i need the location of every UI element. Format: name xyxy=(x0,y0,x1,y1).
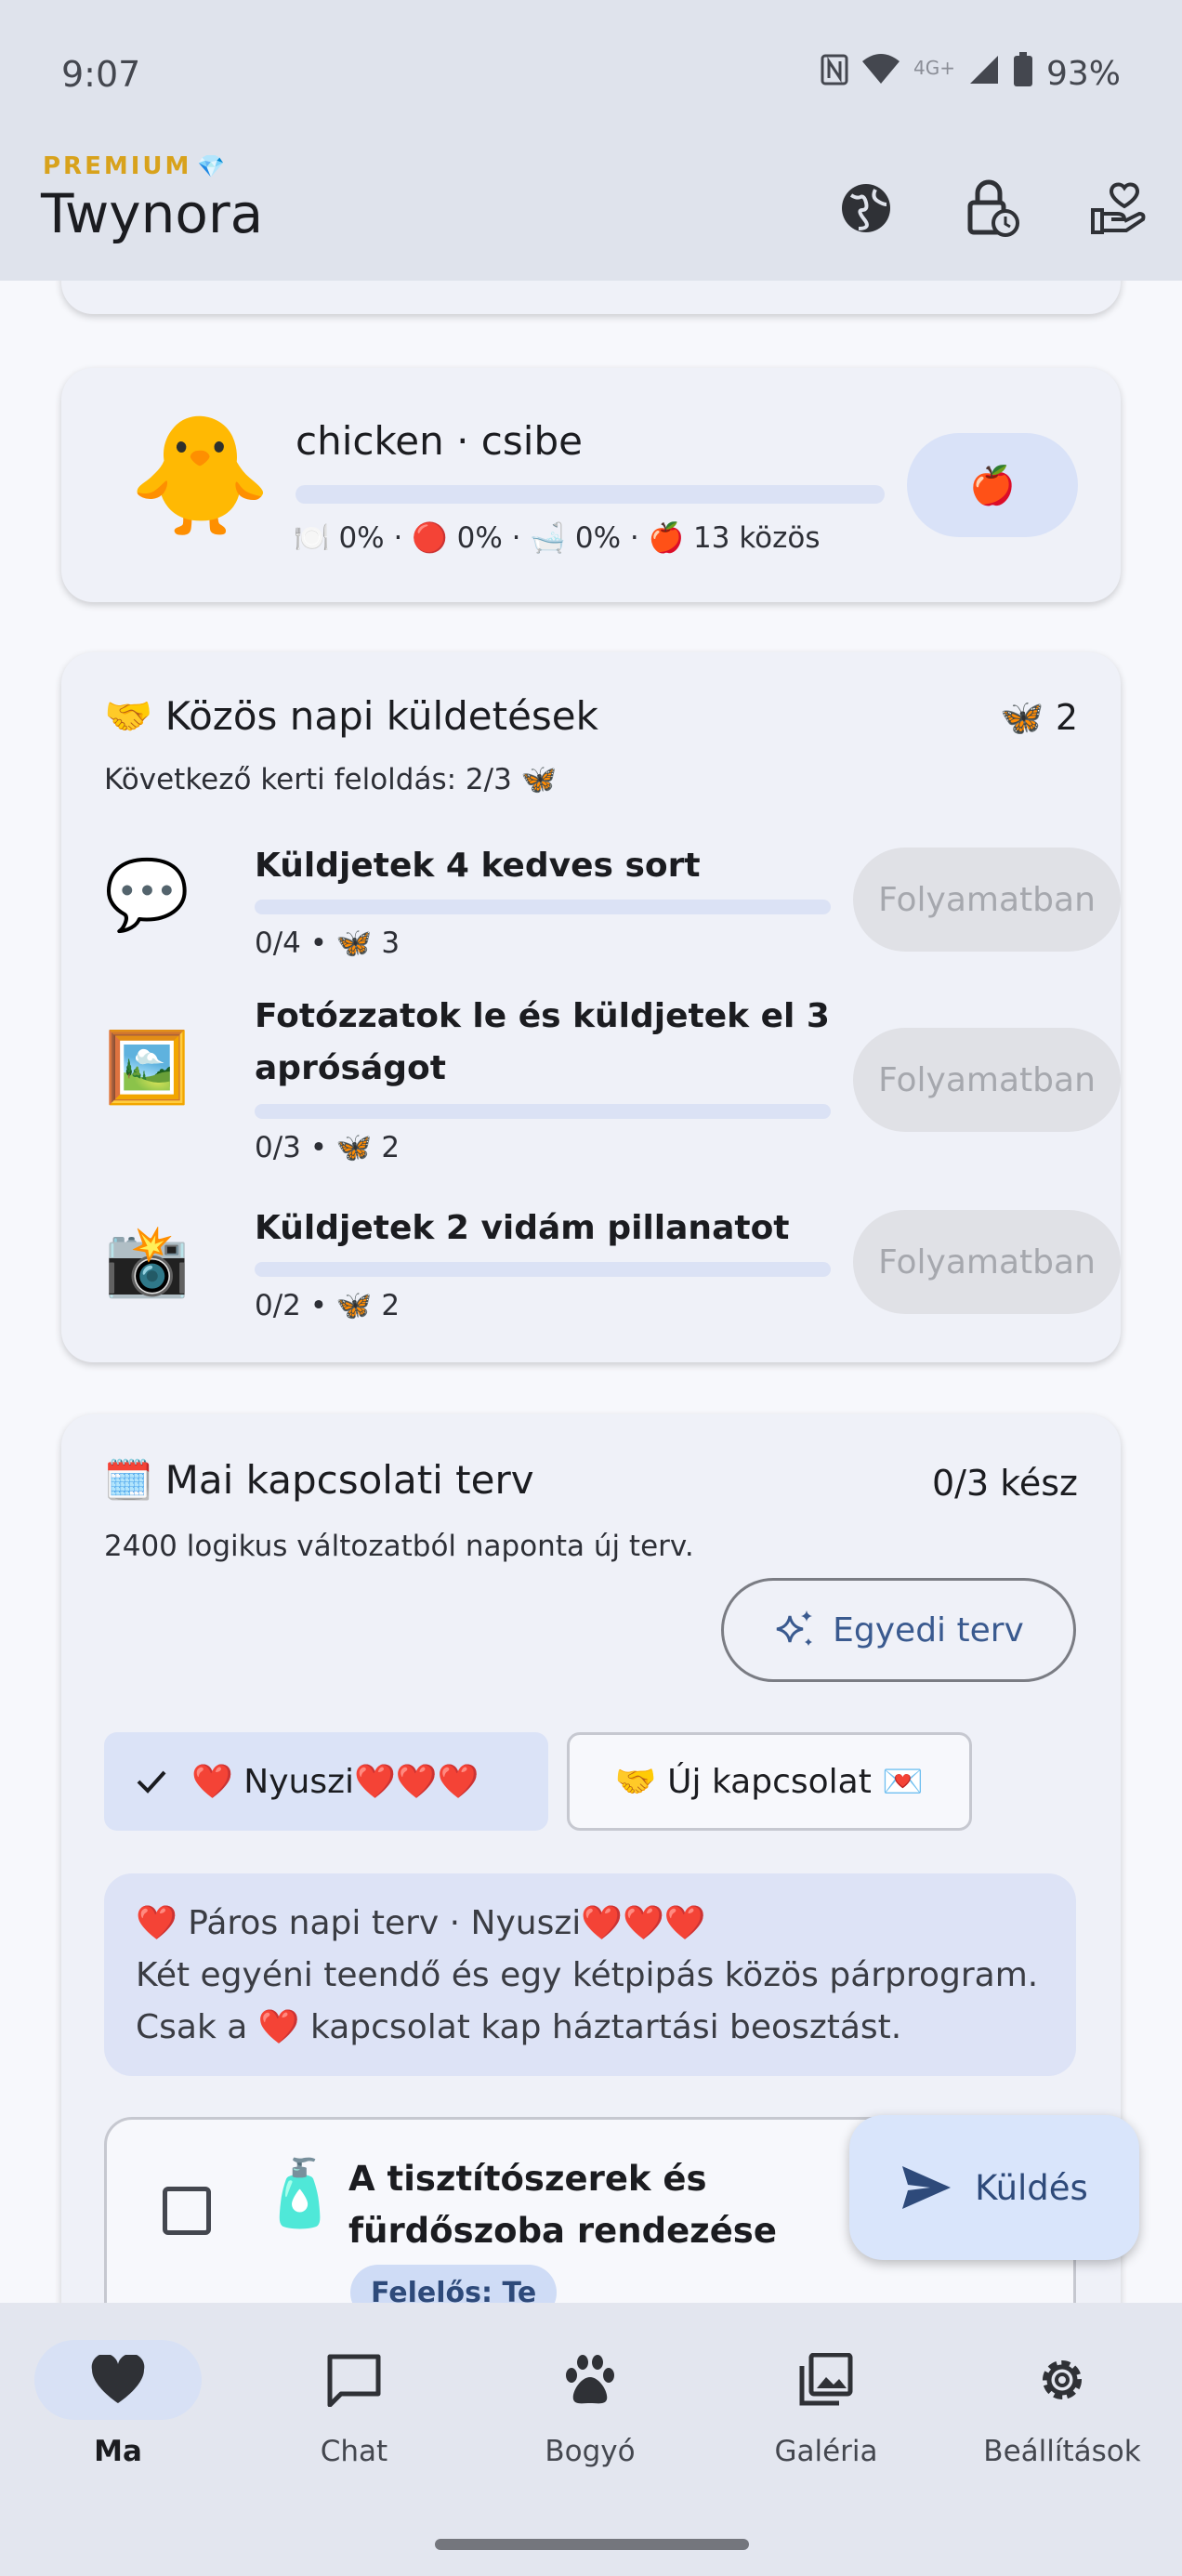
chip-label: 🤝 Új kapcsolat 💌 xyxy=(614,1763,925,1801)
butterfly-count: 🦋 2 xyxy=(1000,697,1078,738)
mission-progress-bar xyxy=(255,900,831,914)
check-icon xyxy=(137,1770,166,1794)
chip-label: ❤️ Nyuszi❤️❤️❤️ xyxy=(191,1763,479,1801)
nav-icon-wrap xyxy=(978,2340,1146,2420)
chick-icon: 🐥 xyxy=(128,409,272,543)
mission-progress-bar xyxy=(255,1262,831,1277)
send-icon xyxy=(902,2166,952,2209)
nav-label: Bogyó xyxy=(545,2435,636,2468)
bottom-navigation: Ma Chat Bogyó Galéria Beállítások xyxy=(0,2303,1182,2576)
mission-meta: 0/2 • 🦋 2 xyxy=(255,1289,401,1322)
battery-percent: 93% xyxy=(1045,55,1121,93)
lotion-bottle-icon: 🧴 xyxy=(259,2155,341,2231)
top-app-bar: 9:07 4G+ 93% PREMIUM 💎 Twynora xyxy=(0,0,1182,281)
mission-title: Küldjetek 2 vidám pillanatot xyxy=(255,1209,790,1247)
nav-pet[interactable]: Bogyó xyxy=(472,2340,708,2468)
status-icons: 4G+ 93% xyxy=(821,52,1121,96)
mission-status-button[interactable]: Folyamatban xyxy=(853,848,1121,952)
nfc-icon xyxy=(821,54,848,94)
gear-icon xyxy=(1043,2360,1082,2399)
info-line: Csak a ❤️ kapcsolat kap háztartási beosz… xyxy=(136,2008,902,2046)
gallery-icon xyxy=(799,2353,853,2406)
feed-button[interactable]: 🍎 xyxy=(907,433,1078,537)
mission-status-button[interactable]: Folyamatban xyxy=(853,1210,1121,1314)
mission-status-button[interactable]: Folyamatban xyxy=(853,1028,1121,1132)
nav-label: Chat xyxy=(320,2435,388,2468)
status-time: 9:07 xyxy=(61,54,141,95)
mission-item: 📸 Küldjetek 2 vidám pillanatot 0/2 • 🦋 2… xyxy=(104,1203,1121,1323)
plan-info-box: ❤️ Páros napi terv · Nyuszi❤️❤️❤️ Két eg… xyxy=(104,1873,1076,2076)
network-type: 4G+ xyxy=(913,56,955,79)
custom-plan-button[interactable]: Egyedi terv xyxy=(721,1578,1076,1682)
mission-meta: 0/4 • 🦋 3 xyxy=(255,927,401,960)
nav-label: Ma xyxy=(94,2435,142,2468)
app-bar-actions xyxy=(803,173,1182,243)
framed-picture-icon: 🖼️ xyxy=(104,1028,190,1108)
info-line: ❤️ Páros napi terv · Nyuszi❤️❤️❤️ xyxy=(136,1904,706,1942)
nav-label: Galéria xyxy=(774,2435,878,2468)
missions-subtitle: Következő kerti feloldás: 2/3 🦋 xyxy=(104,763,558,796)
mission-item: 🖼️ Fotózzatok le és küldjetek el 3 aprós… xyxy=(104,991,1121,1164)
previous-card xyxy=(61,281,1121,314)
language-button[interactable] xyxy=(803,173,929,243)
nav-gallery[interactable]: Galéria xyxy=(708,2340,944,2468)
signal-icon xyxy=(968,54,1000,94)
info-line: Két egyéni teendő és egy kétpipás közös … xyxy=(136,1956,1039,1994)
premium-label: PREMIUM xyxy=(43,152,192,180)
pet-name: chicken · csibe xyxy=(296,418,583,464)
mission-progress-bar xyxy=(255,1104,831,1119)
nav-icon-wrap xyxy=(506,2340,674,2420)
send-fab[interactable]: Küldés xyxy=(849,2115,1139,2260)
pet-progress-bar xyxy=(296,485,885,504)
support-button[interactable] xyxy=(1056,173,1182,243)
nav-today[interactable]: Ma xyxy=(0,2340,236,2468)
chat-icon xyxy=(327,2354,381,2407)
task-title: A tisztítószerek és fürdőszoba rendezése xyxy=(348,2159,777,2251)
plan-subtitle: 2400 logikus változatból naponta új terv… xyxy=(104,1530,694,1563)
heart-hand-icon xyxy=(1091,182,1146,234)
mission-meta: 0/3 • 🦋 2 xyxy=(255,1131,401,1164)
missions-title: 🤝 Közös napi küldetések xyxy=(104,693,598,739)
send-label: Küldés xyxy=(975,2167,1088,2208)
mission-title: Fotózzatok le és küldjetek el 3 apróságo… xyxy=(255,997,830,1087)
camera-icon: 📸 xyxy=(104,1221,190,1301)
mission-item: 💬 Küldjetek 4 kedves sort 0/4 • 🦋 3 Foly… xyxy=(104,840,1121,961)
task-checkbox[interactable] xyxy=(163,2187,211,2235)
nav-indicator xyxy=(34,2340,202,2420)
gem-icon: 💎 xyxy=(197,153,229,179)
pet-card: 🐥 chicken · csibe 🍽️ 0% · 🔴 0% · 🛁 0% · … xyxy=(61,368,1121,602)
heart-icon xyxy=(91,2355,145,2403)
assignee-badge: Felelős: Te xyxy=(350,2265,558,2303)
battery-icon xyxy=(1013,52,1033,96)
lock-timer-button[interactable] xyxy=(929,173,1056,243)
globe-icon xyxy=(842,184,890,232)
today-content[interactable]: 🐥 chicken · csibe 🍽️ 0% · 🔴 0% · 🛁 0% · … xyxy=(0,281,1182,2303)
relationship-chip-selected[interactable]: ❤️ Nyuszi❤️❤️❤️ xyxy=(104,1732,548,1831)
wifi-icon xyxy=(861,54,900,94)
home-indicator[interactable] xyxy=(435,2539,749,2550)
sparkle-icon xyxy=(776,1610,813,1646)
mission-title: Küldjetek 4 kedves sort xyxy=(255,847,701,885)
daily-missions-card: 🤝 Közös napi küldetések 🦋 2 Következő ke… xyxy=(61,652,1121,1362)
nav-settings[interactable]: Beállítások xyxy=(944,2340,1180,2468)
paw-icon xyxy=(566,2355,614,2404)
relationship-chip[interactable]: 🤝 Új kapcsolat 💌 xyxy=(567,1732,972,1831)
app-title: Twynora xyxy=(41,182,264,245)
nav-label: Beállítások xyxy=(983,2435,1141,2468)
speech-bubble-icon: 💬 xyxy=(104,855,190,935)
pet-stats: 🍽️ 0% · 🔴 0% · 🛁 0% · 🍎 13 közös xyxy=(294,521,821,555)
nav-icon-wrap xyxy=(742,2340,910,2420)
lock-clock-icon xyxy=(967,179,1019,237)
plan-title: 🗓️ Mai kapcsolati terv xyxy=(104,1457,534,1503)
nav-chat[interactable]: Chat xyxy=(236,2340,472,2468)
plan-done-count: 0/3 kész xyxy=(931,1463,1078,1504)
nav-icon-wrap xyxy=(270,2340,438,2420)
premium-badge: PREMIUM 💎 xyxy=(43,152,228,180)
custom-plan-label: Egyedi terv xyxy=(833,1610,1024,1649)
